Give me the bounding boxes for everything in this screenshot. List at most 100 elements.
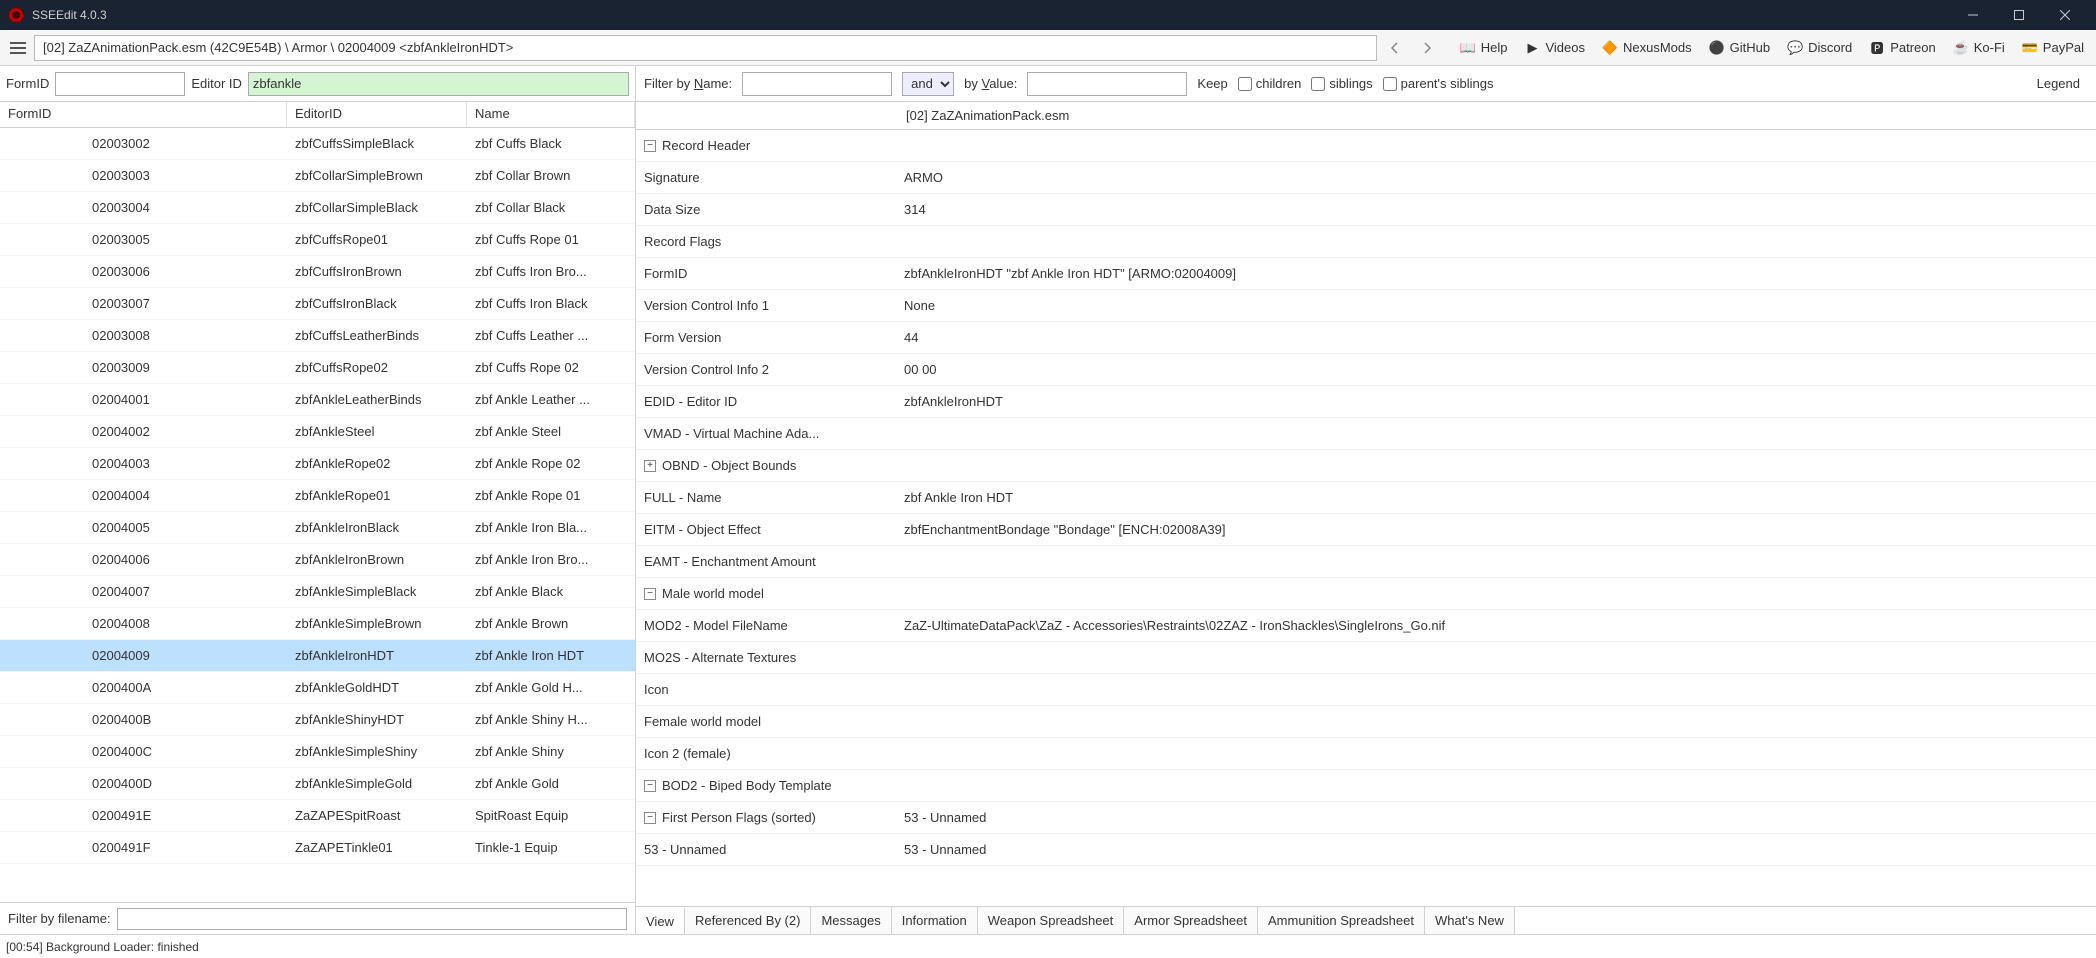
tab[interactable]: What's New [1425,907,1515,934]
cell-editorid: ZaZAPETinkle01 [287,840,467,855]
detail-row[interactable]: EAMT - Enchantment Amount [636,546,2096,578]
list-row[interactable]: 02004001zbfAnkleLeatherBindszbf Ankle Le… [0,384,635,416]
cell-name: Tinkle-1 Equip [467,840,635,855]
list-row[interactable]: 0200491EZaZAPESpitRoastSpitRoast Equip [0,800,635,832]
toolbar-link[interactable]: 💬Discord [1780,39,1858,57]
list-row[interactable]: 02003003zbfCollarSimpleBrownzbf Collar B… [0,160,635,192]
detail-row[interactable]: −Male world model [636,578,2096,610]
formid-input[interactable] [55,72,185,96]
detail-row[interactable]: Version Control Info 1None [636,290,2096,322]
close-button[interactable] [2042,0,2088,30]
andor-select[interactable]: and [902,72,954,96]
list-row[interactable]: 02004006zbfAnkleIronBrownzbf Ankle Iron … [0,544,635,576]
list-row[interactable]: 02003005zbfCuffsRope01zbf Cuffs Rope 01 [0,224,635,256]
detail-row[interactable]: FormIDzbfAnkleIronHDT "zbf Ankle Iron HD… [636,258,2096,290]
tree-toggle[interactable]: + [644,460,656,472]
list-row[interactable]: 02003002zbfCuffsSimpleBlackzbf Cuffs Bla… [0,128,635,160]
detail-value [896,462,2096,470]
detail-row[interactable]: Record Flags [636,226,2096,258]
tab[interactable]: Armor Spreadsheet [1124,907,1258,934]
record-list[interactable]: 02003002zbfCuffsSimpleBlackzbf Cuffs Bla… [0,128,635,902]
tree-toggle[interactable]: − [644,812,656,824]
list-row[interactable]: 02004009zbfAnkleIronHDTzbf Ankle Iron HD… [0,640,635,672]
toolbar-link[interactable]: 📖Help [1453,39,1514,57]
toolbar-link[interactable]: ▶Videos [1517,39,1591,57]
maximize-button[interactable] [1996,0,2042,30]
list-row[interactable]: 02003006zbfCuffsIronBrownzbf Cuffs Iron … [0,256,635,288]
col-formid[interactable]: FormID [0,102,287,127]
list-row[interactable]: 02004008zbfAnkleSimpleBrownzbf Ankle Bro… [0,608,635,640]
tab[interactable]: Information [892,907,978,934]
editorid-input[interactable] [248,72,629,96]
toolbar-link[interactable]: 🅿Patreon [1862,39,1942,57]
detail-row[interactable]: Version Control Info 200 00 [636,354,2096,386]
detail-row[interactable]: Icon 2 (female) [636,738,2096,770]
parents-checkbox[interactable]: parent's siblings [1383,76,1494,91]
toolbar-link[interactable]: 💳PayPal [2015,39,2090,57]
tab[interactable]: Ammunition Spreadsheet [1258,907,1425,934]
list-row[interactable]: 02004004zbfAnkleRope01zbf Ankle Rope 01 [0,480,635,512]
nav-back-button[interactable] [1381,34,1409,62]
filter-filename-bar: Filter by filename: [0,902,635,934]
detail-row[interactable]: 53 - Unnamed53 - Unnamed [636,834,2096,866]
list-row[interactable]: 02003007zbfCuffsIronBlackzbf Cuffs Iron … [0,288,635,320]
detail-body[interactable]: −Record HeaderSignatureARMOData Size314R… [636,130,2096,906]
detail-row[interactable]: Form Version44 [636,322,2096,354]
cell-formid: 02004003 [0,456,287,471]
link-icon: 🔶 [1601,39,1619,57]
detail-row[interactable]: FULL - Namezbf Ankle Iron HDT [636,482,2096,514]
nav-forward-button[interactable] [1413,34,1441,62]
detail-row[interactable]: −Record Header [636,130,2096,162]
list-row[interactable]: 02004002zbfAnkleSteelzbf Ankle Steel [0,416,635,448]
list-row[interactable]: 0200400AzbfAnkleGoldHDTzbf Ankle Gold H.… [0,672,635,704]
detail-row[interactable]: VMAD - Virtual Machine Ada... [636,418,2096,450]
detail-label: Data Size [636,198,896,221]
detail-row[interactable]: EDID - Editor IDzbfAnkleIronHDT [636,386,2096,418]
detail-row[interactable]: Data Size314 [636,194,2096,226]
filter-filename-input[interactable] [117,908,627,930]
menu-button[interactable] [6,36,30,60]
col-name[interactable]: Name [467,102,635,127]
list-row[interactable]: 02004007zbfAnkleSimpleBlackzbf Ankle Bla… [0,576,635,608]
tab[interactable]: Weapon Spreadsheet [978,907,1125,934]
detail-row[interactable]: MOD2 - Model FileNameZaZ-UltimateDataPac… [636,610,2096,642]
by-value-input[interactable] [1027,72,1187,96]
toolbar-link[interactable]: ⚫GitHub [1702,39,1776,57]
cell-name: zbf Ankle Gold H... [467,680,635,695]
tab[interactable]: View [636,907,685,934]
list-row[interactable]: 02003004zbfCollarSimpleBlackzbf Collar B… [0,192,635,224]
tab[interactable]: Referenced By (2) [685,907,812,934]
children-checkbox[interactable]: children [1238,76,1302,91]
list-row[interactable]: 0200400DzbfAnkleSimpleGoldzbf Ankle Gold [0,768,635,800]
detail-row[interactable]: SignatureARMO [636,162,2096,194]
col-editorid[interactable]: EditorID [287,102,467,127]
toolbar-link[interactable]: 🔶NexusMods [1595,39,1698,57]
detail-row[interactable]: −BOD2 - Biped Body Template [636,770,2096,802]
detail-value: 44 [896,326,2096,349]
minimize-button[interactable] [1950,0,1996,30]
cell-editorid: zbfAnkleRope02 [287,456,467,471]
detail-row[interactable]: EITM - Object EffectzbfEnchantmentBondag… [636,514,2096,546]
list-row[interactable]: 02004003zbfAnkleRope02zbf Ankle Rope 02 [0,448,635,480]
detail-row[interactable]: Icon [636,674,2096,706]
tree-toggle[interactable]: − [644,780,656,792]
detail-row[interactable]: Female world model [636,706,2096,738]
list-row[interactable]: 02004005zbfAnkleIronBlackzbf Ankle Iron … [0,512,635,544]
breadcrumb[interactable]: [02] ZaZAnimationPack.esm (42C9E54B) \ A… [34,35,1377,61]
list-row[interactable]: 0200400CzbfAnkleSimpleShinyzbf Ankle Shi… [0,736,635,768]
list-row[interactable]: 0200491FZaZAPETinkle01Tinkle-1 Equip [0,832,635,864]
detail-row[interactable]: MO2S - Alternate Textures [636,642,2096,674]
list-row[interactable]: 02003008zbfCuffsLeatherBindszbf Cuffs Le… [0,320,635,352]
filter-name-input[interactable] [742,72,892,96]
detail-row[interactable]: −First Person Flags (sorted)53 - Unnamed [636,802,2096,834]
detail-row[interactable]: +OBND - Object Bounds [636,450,2096,482]
siblings-checkbox[interactable]: siblings [1311,76,1372,91]
list-row[interactable]: 0200400BzbfAnkleShinyHDTzbf Ankle Shiny … [0,704,635,736]
cell-formid: 02003003 [0,168,287,183]
tab[interactable]: Messages [811,907,891,934]
tree-toggle[interactable]: − [644,588,656,600]
toolbar-link[interactable]: ☕Ko-Fi [1946,39,2011,57]
tree-toggle[interactable]: − [644,140,656,152]
legend-link[interactable]: Legend [2037,76,2088,91]
list-row[interactable]: 02003009zbfCuffsRope02zbf Cuffs Rope 02 [0,352,635,384]
